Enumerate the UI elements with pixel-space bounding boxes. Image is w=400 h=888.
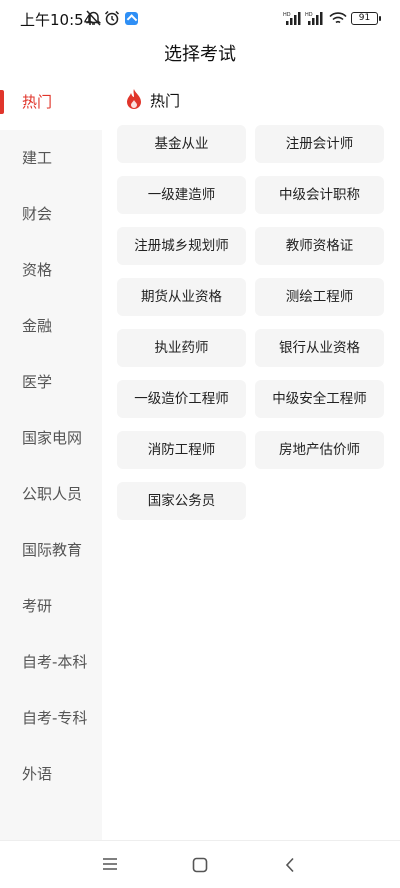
sidebar-item-label: 金融 [22, 317, 53, 335]
exam-button-urban-planner[interactable]: 注册城乡规划师 [117, 227, 246, 265]
exam-button-futures[interactable]: 期货从业资格 [117, 278, 246, 316]
sidebar-item-label: 国际教育 [22, 541, 83, 559]
sidebar-item-construction[interactable]: 建工 [0, 130, 102, 186]
alarm-icon [104, 10, 120, 26]
sidebar-item-qualification[interactable]: 资格 [0, 242, 102, 298]
section-title: 热门 [150, 92, 181, 110]
signal-icon: HD [305, 12, 323, 25]
exam-button-cost-engineer[interactable]: 一级造价工程师 [117, 380, 246, 418]
exam-button-real-estate-appraiser[interactable]: 房地产估价师 [255, 431, 384, 469]
svg-text:HD: HD [305, 12, 313, 18]
page-title: 选择考试 [164, 44, 236, 65]
sidebar-item-finance-accounting[interactable]: 财会 [0, 186, 102, 242]
sidebar-item-postgraduate[interactable]: 考研 [0, 578, 102, 634]
exam-button-constructor[interactable]: 一级建造师 [117, 176, 246, 214]
signal-icon: HD [283, 12, 301, 25]
sidebar-filler [0, 802, 102, 840]
sidebar-item-label: 国家电网 [22, 429, 83, 447]
menu-icon[interactable] [102, 857, 118, 871]
sidebar-item-label: 公职人员 [22, 485, 83, 503]
sidebar-item-self-study-associate[interactable]: 自考-专科 [0, 690, 102, 746]
sidebar-item-label: 外语 [22, 765, 53, 783]
sidebar-item-finance[interactable]: 金融 [0, 298, 102, 354]
bell-off-icon [86, 10, 101, 26]
sidebar-item-international-education[interactable]: 国际教育 [0, 522, 102, 578]
sidebar-item-label: 热门 [22, 93, 53, 111]
sidebar-item-hot[interactable]: 热门 [0, 74, 102, 130]
sidebar-item-self-study-bachelor[interactable]: 自考-本科 [0, 634, 102, 690]
status-time: 上午10:54 [20, 11, 94, 29]
category-sidebar: 热门 建工 财会 资格 金融 医学 国家电网 公职人员 国际教育 考研 自考-本… [0, 74, 102, 840]
sidebar-item-foreign-language[interactable]: 外语 [0, 746, 102, 802]
exam-button-civil-service[interactable]: 国家公务员 [117, 482, 246, 520]
battery-icon: 91 [351, 12, 381, 25]
sidebar-item-civil-servant[interactable]: 公职人员 [0, 466, 102, 522]
sidebar-item-label: 建工 [22, 149, 53, 167]
app-notification-icon [125, 12, 138, 25]
exam-button-surveyor[interactable]: 测绘工程师 [255, 278, 384, 316]
exam-button-safety-engineer[interactable]: 中级安全工程师 [255, 380, 384, 418]
back-icon[interactable] [284, 857, 296, 873]
svg-text:HD: HD [283, 12, 291, 18]
flame-icon [127, 89, 141, 109]
system-nav-bar [0, 840, 400, 888]
wifi-icon [329, 12, 347, 24]
sidebar-item-state-grid[interactable]: 国家电网 [0, 410, 102, 466]
sidebar-item-medicine[interactable]: 医学 [0, 354, 102, 410]
exam-button-pharmacist[interactable]: 执业药师 [117, 329, 246, 367]
exam-button-fire-engineer[interactable]: 消防工程师 [117, 431, 246, 469]
sidebar-item-label: 资格 [22, 261, 53, 279]
exam-button-teacher-cert[interactable]: 教师资格证 [255, 227, 384, 265]
exam-button-fund[interactable]: 基金从业 [117, 125, 246, 163]
sidebar-item-label: 财会 [22, 205, 53, 223]
sidebar-item-label: 考研 [22, 597, 53, 615]
exam-button-intermediate-accountant[interactable]: 中级会计职称 [255, 176, 384, 214]
home-icon[interactable] [192, 857, 208, 873]
exam-button-banking[interactable]: 银行从业资格 [255, 329, 384, 367]
status-bar: 上午10:54 HD HD 91 [0, 0, 400, 36]
sidebar-item-label: 自考-专科 [22, 709, 88, 727]
exam-button-cpa[interactable]: 注册会计师 [255, 125, 384, 163]
sidebar-item-label: 自考-本科 [22, 653, 88, 671]
sidebar-item-label: 医学 [22, 373, 53, 391]
